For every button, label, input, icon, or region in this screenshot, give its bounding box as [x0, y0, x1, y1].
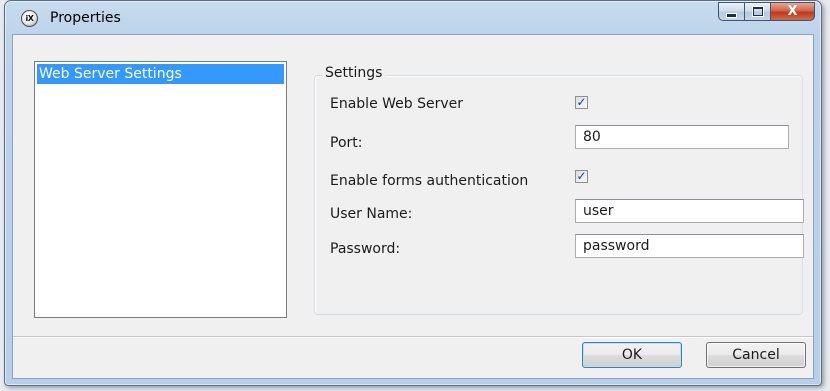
port-input[interactable]: 80: [575, 125, 789, 149]
footer-separator: [13, 336, 813, 338]
password-input[interactable]: password: [575, 234, 804, 258]
port-label: Port:: [330, 135, 363, 151]
ok-button-label: OK: [621, 347, 643, 363]
list-item-label: Web Server Settings: [39, 66, 182, 82]
minimize-button[interactable]: [718, 2, 744, 21]
close-icon: X: [787, 4, 798, 19]
cancel-button[interactable]: Cancel: [706, 342, 806, 368]
list-item-web-server-settings[interactable]: Web Server Settings: [37, 64, 284, 84]
properties-window: iX Properties X Web Server Settings Sett…: [4, 0, 822, 386]
minimize-icon: [726, 12, 737, 18]
close-button[interactable]: X: [770, 2, 815, 21]
title-bar[interactable]: iX Properties X: [5, 1, 821, 35]
user-name-label: User Name:: [330, 206, 413, 222]
password-label: Password:: [330, 241, 401, 257]
enable-forms-auth-checkbox[interactable]: ✓: [575, 170, 588, 183]
checkmark-icon: ✓: [576, 169, 587, 183]
maximize-icon: [752, 7, 763, 16]
checkmark-icon: ✓: [576, 95, 587, 109]
settings-group-title: Settings: [322, 65, 386, 81]
caption-buttons: X: [718, 2, 815, 23]
enable-web-server-checkbox[interactable]: ✓: [575, 96, 588, 109]
settings-category-list[interactable]: Web Server Settings: [34, 61, 287, 318]
user-name-input[interactable]: user: [575, 199, 804, 223]
window-title: Properties: [50, 10, 121, 26]
cancel-button-label: Cancel: [732, 347, 780, 363]
enable-forms-auth-label: Enable forms authentication: [330, 173, 529, 189]
app-icon[interactable]: iX: [21, 10, 38, 27]
dialog-client-area: Web Server Settings Settings Enable Web …: [12, 34, 814, 379]
maximize-button[interactable]: [744, 2, 770, 21]
ok-button[interactable]: OK: [582, 342, 682, 368]
app-icon-text: iX: [25, 14, 34, 23]
enable-web-server-label: Enable Web Server: [330, 96, 464, 112]
